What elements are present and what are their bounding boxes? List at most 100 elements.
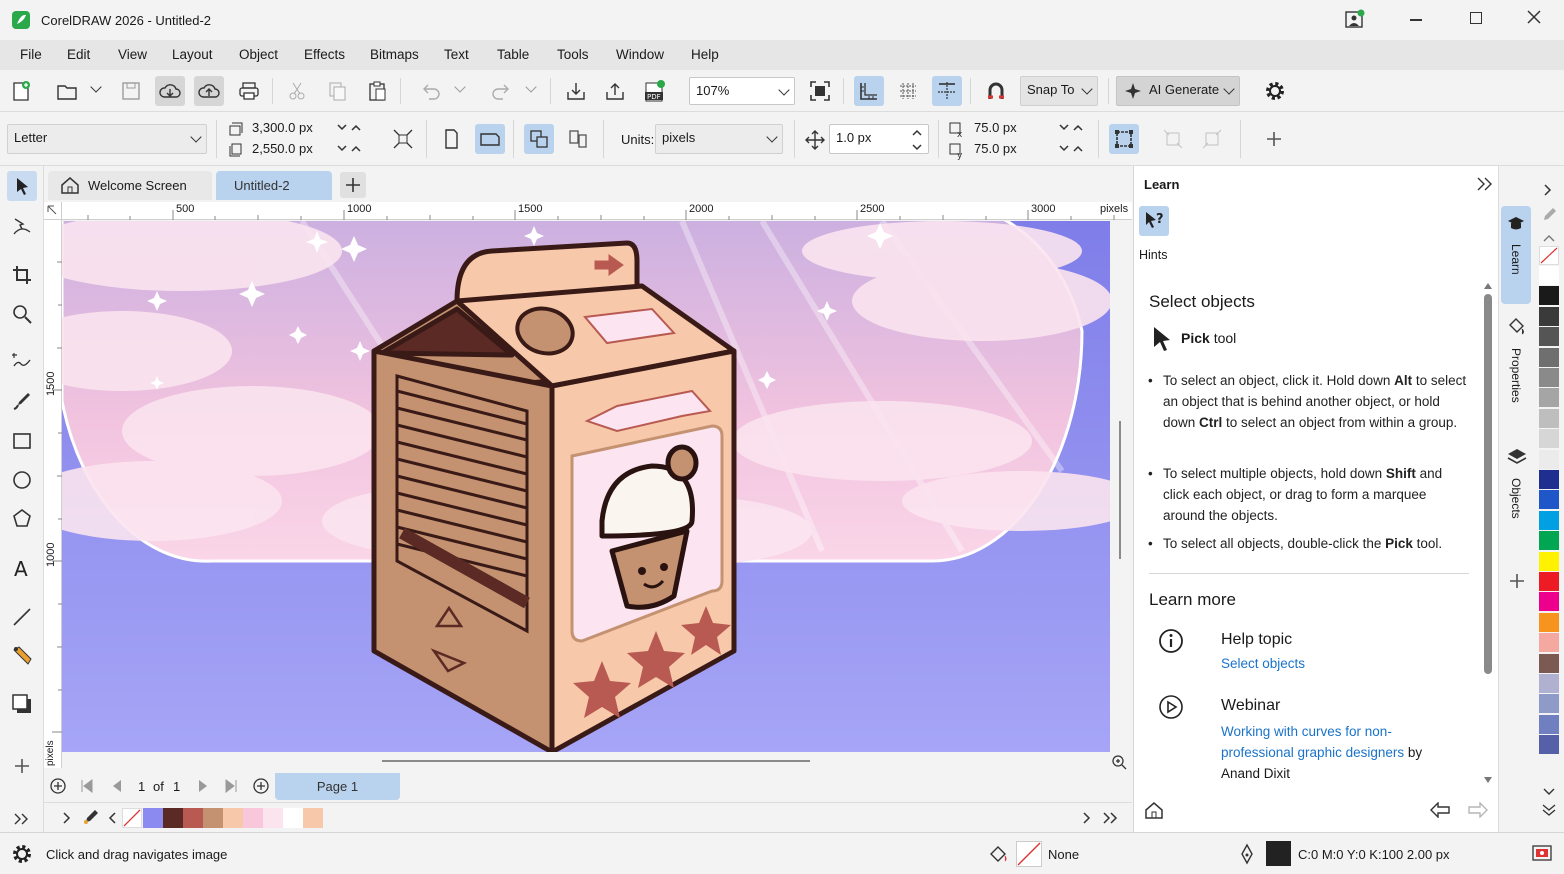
horizontal-scrollbar[interactable] [382, 760, 810, 762]
palette-swatch[interactable] [1539, 531, 1559, 551]
publish-pdf-icon[interactable]: PDF [640, 76, 670, 106]
learn-back-icon[interactable] [1429, 801, 1451, 821]
docker-tab-properties[interactable]: Properties [1501, 310, 1531, 410]
palette-swatch[interactable] [1539, 266, 1559, 285]
hints-button[interactable]: ? [1139, 206, 1169, 236]
transform-icon-2[interactable] [1197, 124, 1227, 154]
vertical-scrollbar[interactable] [1119, 421, 1121, 559]
page-1-tab[interactable]: Page 1 [275, 773, 400, 800]
no-color-swatch[interactable] [122, 808, 142, 828]
open-folder-icon[interactable] [52, 76, 82, 106]
palette-swatch[interactable] [1539, 592, 1559, 612]
palette-scroll-left-icon[interactable] [107, 812, 117, 827]
add-tool-icon[interactable] [7, 751, 37, 781]
pick-tool-icon[interactable] [7, 171, 37, 201]
webinar-link[interactable]: Working with curves for non-professional… [1221, 724, 1404, 760]
interactive-fill-tool-icon[interactable] [7, 641, 37, 671]
ruler-origin[interactable] [44, 202, 62, 220]
page-size-dropdown[interactable]: Letter [7, 124, 207, 154]
color-proof-icon[interactable] [1532, 843, 1552, 866]
eyedropper-icon[interactable] [82, 808, 100, 829]
new-tab-button[interactable] [340, 172, 366, 198]
document-palette-swatch[interactable] [283, 808, 303, 828]
palette-swatch[interactable] [1539, 551, 1559, 571]
learn-scrollbar-thumb[interactable] [1484, 294, 1492, 674]
palette-eyedropper-icon[interactable] [1540, 206, 1558, 227]
paste-icon[interactable] [362, 76, 392, 106]
current-page-number[interactable]: 1 [138, 779, 145, 794]
treat-as-filled-icon[interactable] [1109, 124, 1139, 154]
account-icon[interactable] [1344, 8, 1366, 33]
show-rulers-icon[interactable] [854, 76, 884, 106]
palette-swatch[interactable] [1539, 612, 1559, 632]
palette-swatch[interactable] [1539, 286, 1559, 306]
document-palette-swatch[interactable] [183, 808, 203, 828]
menu-tools[interactable]: Tools [557, 47, 589, 62]
settings-gear-icon[interactable] [1260, 76, 1290, 106]
copy-icon[interactable] [322, 76, 352, 106]
palette-more-icon[interactable] [1542, 803, 1556, 820]
zoom-tool-icon[interactable] [7, 299, 37, 329]
freehand-tool-icon[interactable] [7, 346, 37, 376]
snap-to-dropdown[interactable]: Snap To [1020, 76, 1098, 106]
palette-scroll-right-icon[interactable] [1082, 812, 1092, 827]
ai-generate-button[interactable]: AI Generate [1116, 76, 1240, 106]
palette-swatch[interactable] [1539, 327, 1559, 347]
palette-swatch[interactable] [1539, 347, 1559, 367]
minimize-button[interactable] [1410, 19, 1422, 21]
status-settings-gear-icon[interactable] [10, 842, 34, 869]
save-icon[interactable] [116, 76, 146, 106]
add-docker-icon[interactable] [1508, 572, 1526, 593]
redo-icon[interactable] [486, 76, 516, 106]
palette-swatch[interactable] [1539, 490, 1559, 510]
document-palette-swatch[interactable] [203, 808, 223, 828]
add-page-after-icon[interactable] [252, 777, 270, 798]
zoom-level-combo[interactable]: 107% [689, 77, 795, 105]
palette-expand-icon[interactable] [62, 812, 72, 827]
learn-forward-icon[interactable] [1467, 801, 1489, 821]
menu-object[interactable]: Object [239, 47, 278, 62]
add-button-icon[interactable] [1259, 124, 1289, 154]
menu-bitmaps[interactable]: Bitmaps [370, 47, 419, 62]
outline-color-swatch[interactable] [1266, 841, 1291, 866]
learn-scroll-down-icon[interactable] [1483, 772, 1493, 787]
palette-swatch[interactable] [1539, 388, 1559, 408]
learn-home-icon[interactable] [1144, 801, 1164, 822]
palette-swatch[interactable] [1539, 306, 1559, 326]
palette-swatch[interactable] [1539, 572, 1559, 591]
docker-tab-learn[interactable]: Learn [1501, 206, 1531, 304]
previous-page-icon[interactable] [110, 779, 124, 796]
palette-swatch[interactable] [1539, 470, 1559, 489]
all-pages-icon[interactable] [524, 124, 554, 154]
palette-swatch[interactable] [1539, 714, 1559, 734]
first-page-icon[interactable] [80, 779, 94, 796]
tab-welcome-screen[interactable]: Welcome Screen [48, 171, 212, 200]
rectangle-tool-icon[interactable] [7, 426, 37, 456]
cut-icon[interactable] [282, 76, 312, 106]
palette-swatch[interactable] [1539, 449, 1559, 469]
shape-tool-icon[interactable] [7, 211, 37, 241]
help-topic-link[interactable]: Select objects [1221, 656, 1305, 671]
landscape-icon[interactable] [475, 124, 505, 154]
fill-none-swatch[interactable] [1016, 841, 1042, 867]
document-palette-swatch[interactable] [163, 808, 183, 828]
document-palette-swatch[interactable] [303, 808, 323, 828]
document-palette-swatch[interactable] [243, 808, 263, 828]
undo-icon[interactable] [416, 76, 446, 106]
vertical-ruler[interactable]: 1500 1000 pixels [44, 220, 62, 768]
menu-file[interactable]: File [20, 47, 42, 62]
menu-layout[interactable]: Layout [172, 47, 213, 62]
width-spinner-icon[interactable] [336, 122, 362, 134]
drop-shadow-tool-icon[interactable] [7, 689, 37, 719]
transform-icon-1[interactable] [1158, 124, 1188, 154]
palette-swatch[interactable] [1539, 429, 1559, 449]
redo-dropdown-icon[interactable] [525, 81, 537, 93]
artistic-media-tool-icon[interactable] [7, 386, 37, 416]
add-page-before-icon[interactable] [49, 777, 67, 798]
undo-dropdown-icon[interactable] [454, 81, 466, 93]
palette-swatch[interactable] [1539, 510, 1559, 530]
palette-up-icon[interactable] [1543, 230, 1555, 245]
close-button[interactable] [1526, 9, 1542, 28]
cloud-upload-icon[interactable] [155, 76, 185, 106]
expand-toolbox-icon[interactable] [7, 804, 37, 834]
